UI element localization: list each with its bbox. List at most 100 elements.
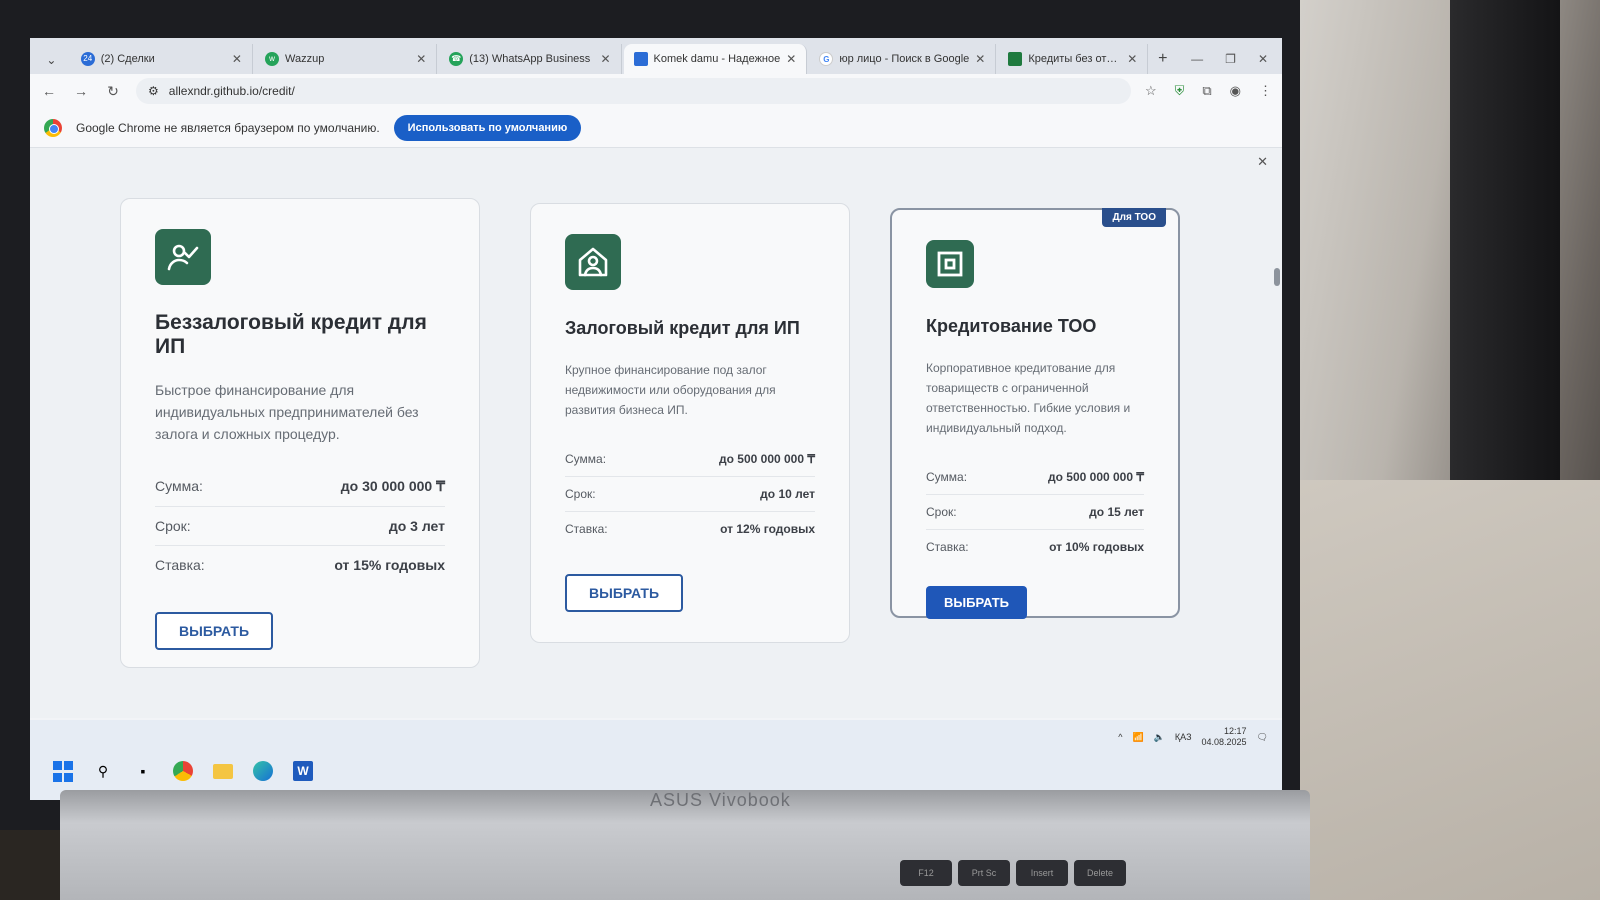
reload-icon[interactable]: ↻ [104, 83, 122, 100]
term-value: от 15% годовых [334, 557, 445, 573]
tab-title: (13) WhatsApp Business [469, 53, 591, 65]
default-browser-infobar: Google Chrome не является браузером по у… [30, 108, 1282, 148]
language-indicator[interactable]: ҚАЗ [1175, 732, 1192, 742]
key: Delete [1074, 860, 1126, 886]
whatsapp-icon: ☎ [449, 52, 464, 66]
browser-toolbar: ← → ↻ ⚙ allexndr.github.io/credit/ ☆ ⛨ ⧉… [30, 74, 1282, 108]
card-terms: Сумма: до 30 000 000 ₸ Срок: до 3 лет Ст… [155, 467, 445, 584]
card-title: Кредитование ТОО [926, 316, 1097, 336]
tab-close-icon[interactable]: ✕ [786, 52, 796, 66]
laptop-bezel: ⌄ 24 (2) Сделки ✕ w Wazzup ✕ ☎ (13) What… [0, 0, 1300, 830]
system-tray: ^ 📶 🔈 ҚАЗ 12:17 04.08.2025 🗨 [1118, 726, 1268, 748]
briefcase-icon: 24 [80, 52, 95, 66]
tab-deals[interactable]: 24 (2) Сделки ✕ [71, 44, 253, 74]
laptop-screen: ⌄ 24 (2) Сделки ✕ w Wazzup ✕ ☎ (13) What… [30, 38, 1282, 800]
select-button[interactable]: ВЫБРАТЬ [565, 574, 684, 612]
tab-wazzup[interactable]: w Wazzup ✕ [255, 44, 438, 74]
shield-extension-icon[interactable]: ⛨ [1175, 83, 1185, 99]
address-bar[interactable]: ⚙ allexndr.github.io/credit/ [136, 78, 1131, 104]
clock-time: 12:17 [1224, 726, 1247, 736]
credit-card-secured: Залоговый кредит для ИП Крупное финансир… [530, 203, 850, 643]
person-check-icon [155, 229, 211, 285]
tab-close-icon[interactable]: ✕ [232, 52, 242, 66]
url-text: allexndr.github.io/credit/ [168, 84, 295, 98]
tab-search-icon[interactable]: ⌄ [38, 46, 65, 74]
tab-title: Komek damu - Надежное [653, 53, 781, 65]
back-icon[interactable]: ← [40, 83, 58, 99]
page-scrollbar[interactable] [1272, 148, 1282, 718]
clock[interactable]: 12:17 04.08.2025 [1202, 726, 1247, 748]
key: F12 [900, 860, 952, 886]
file-explorer-icon[interactable] [212, 760, 234, 782]
windows-start-icon[interactable] [52, 760, 74, 782]
keyboard-row: F12 Prt Sc Insert Delete [900, 860, 1126, 886]
term-row-rate: Ставка: от 15% годовых [155, 546, 445, 584]
tab-komek-damu[interactable]: Komek damu - Надежное ✕ [623, 44, 808, 74]
new-tab-button[interactable]: + [1150, 44, 1175, 74]
select-button[interactable]: ВЫБРАТЬ [155, 612, 274, 650]
tab-whatsapp[interactable]: ☎ (13) WhatsApp Business ✕ [439, 44, 622, 74]
term-row-amount: Сумма: до 500 000 000 ₸ [926, 460, 1144, 495]
extensions-icon[interactable]: ⧉ [1202, 83, 1211, 99]
chrome-icon[interactable] [172, 760, 194, 782]
search-icon[interactable]: ⚲ [92, 760, 114, 782]
card-description: Корпоративное кредитование для товарищес… [926, 361, 1131, 435]
card-description: Быстрое финансирование для индивидуальны… [155, 382, 419, 442]
term-row-rate: Ставка: от 10% годовых [926, 530, 1144, 564]
key: Insert [1016, 860, 1068, 886]
term-label: Сумма: [155, 478, 203, 494]
term-row-amount: Сумма: до 500 000 000 ₸ [565, 442, 815, 477]
infobar-close-icon[interactable]: ✕ [1257, 154, 1268, 170]
tab-google-search[interactable]: G юр лицо - Поиск в Google ✕ [809, 44, 997, 74]
term-label: Сумма: [565, 452, 607, 466]
building-icon [926, 240, 974, 288]
card-terms: Сумма: до 500 000 000 ₸ Срок: до 10 лет … [565, 442, 815, 546]
tab-title: юр лицо - Поиск в Google [839, 53, 970, 65]
select-button[interactable]: ВЫБРАТЬ [926, 586, 1028, 619]
background-lamp [1450, 0, 1560, 560]
card-description: Крупное финансирование под залог недвижи… [565, 363, 776, 417]
term-row-period: Срок: до 3 лет [155, 507, 445, 546]
site-settings-icon[interactable]: ⚙ [148, 84, 159, 98]
close-window-icon[interactable]: ✕ [1258, 44, 1268, 74]
term-value: до 3 лет [388, 518, 445, 534]
bookmark-star-icon[interactable]: ☆ [1145, 83, 1157, 99]
term-row-rate: Ставка: от 12% годовых [565, 512, 815, 546]
term-value: от 12% годовых [720, 522, 815, 536]
set-default-button[interactable]: Использовать по умолчанию [393, 114, 582, 141]
tab-close-icon[interactable]: ✕ [416, 52, 426, 66]
restore-icon[interactable]: ❐ [1225, 44, 1236, 74]
term-value: от 10% годовых [1049, 540, 1144, 554]
scrollbar-thumb[interactable] [1274, 268, 1280, 286]
term-row-amount: Сумма: до 30 000 000 ₸ [155, 467, 445, 507]
card-terms: Сумма: до 500 000 000 ₸ Срок: до 15 лет … [926, 460, 1144, 564]
profile-icon[interactable]: ◉ [1230, 83, 1241, 99]
clock-date: 04.08.2025 [1201, 737, 1247, 747]
term-label: Ставка: [565, 522, 608, 536]
tray-chevron-icon[interactable]: ^ [1118, 732, 1122, 742]
task-view-icon[interactable]: ▪ [132, 760, 154, 782]
word-icon[interactable]: W [292, 760, 314, 782]
tab-close-icon[interactable]: ✕ [600, 52, 610, 66]
menu-icon[interactable]: ⋮ [1259, 83, 1272, 99]
tab-close-icon[interactable]: ✕ [975, 52, 985, 66]
minimize-icon[interactable]: — [1191, 44, 1203, 74]
tab-credits[interactable]: Кредиты без отказа в Ка ✕ [998, 44, 1149, 74]
term-label: Ставка: [926, 540, 969, 554]
llp-badge: Для ТОО [1102, 208, 1166, 227]
term-label: Сумма: [926, 470, 968, 484]
wifi-icon[interactable]: 📶 [1132, 732, 1143, 743]
term-label: Ставка: [155, 557, 205, 573]
window-controls: — ❐ ✕ [1177, 44, 1282, 74]
term-row-period: Срок: до 10 лет [565, 477, 815, 512]
edge-icon[interactable] [252, 760, 274, 782]
volume-icon[interactable]: 🔈 [1154, 732, 1165, 743]
term-value: до 15 лет [1089, 505, 1144, 519]
tab-strip: ⌄ 24 (2) Сделки ✕ w Wazzup ✕ ☎ (13) What… [30, 38, 1282, 74]
forward-icon[interactable]: → [72, 83, 90, 99]
notification-icon[interactable]: 🗨 [1257, 732, 1268, 743]
doc-icon [1008, 52, 1023, 66]
card-title: Беззалоговый кредит для ИП [155, 311, 427, 358]
tab-close-icon[interactable]: ✕ [1127, 52, 1137, 66]
page-content: ✕ Беззалоговый кредит для ИП Быстрое фин… [30, 148, 1282, 718]
